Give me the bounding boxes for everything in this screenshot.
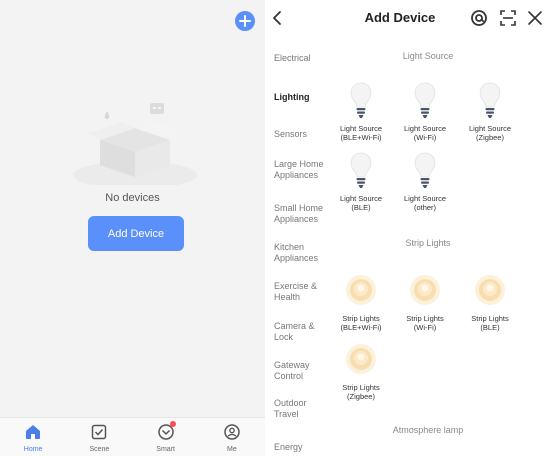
strip-light-icon (346, 275, 376, 305)
empty-box-illustration (73, 103, 197, 185)
add-device-screen: Add Device Electrical Lighting Sensors L… (265, 0, 547, 456)
light-bulb-icon (350, 152, 372, 188)
light-bulb-icon (414, 152, 436, 188)
device-light-source-wifi[interactable]: Light Source (Wi-Fi) (393, 80, 457, 142)
tab-label: Me (227, 446, 237, 453)
device-strip-lights-ble-wifi[interactable]: Strip Lights (BLE+Wi-Fi) (329, 270, 393, 332)
smart-icon-wrap (157, 421, 176, 441)
home-screen: No devices Add Device Home Scene Smart M… (0, 0, 265, 456)
strip-light-icon (410, 275, 440, 305)
category-large-home-appliances[interactable]: Large Home Appliances (274, 159, 326, 181)
page-title: Add Device (364, 10, 436, 25)
device-light-source-zigbee[interactable]: Light Source (Zigbee) (458, 80, 522, 142)
device-list: Light Source Light Source (BLE+Wi-Fi) Lig… (335, 36, 547, 456)
section-title-strip-lights: Strip Lights (405, 238, 451, 248)
light-bulb-icon (479, 82, 501, 118)
scene-icon (92, 424, 107, 440)
header-bar: Add Device (265, 0, 547, 36)
device-label: Strip Lights (BLE+Wi-Fi) (340, 314, 382, 332)
close-icon[interactable] (526, 9, 544, 27)
device-label: Light Source (Zigbee) (468, 124, 512, 142)
device-label: Light Source (Wi-Fi) (403, 124, 447, 142)
device-label: Light Source (BLE+Wi-Fi) (339, 124, 383, 142)
device-light-source-other[interactable]: Light Source (other) (393, 150, 457, 212)
tab-label: Scene (89, 446, 110, 453)
category-camera-lock[interactable]: Camera & Lock (274, 321, 318, 343)
device-label: Strip Lights (Wi-Fi) (406, 314, 444, 332)
section-title-light-source: Light Source (402, 51, 454, 61)
tab-label: Home (23, 446, 43, 453)
tab-label: Smart (156, 446, 175, 453)
add-device-fab[interactable] (235, 11, 255, 31)
tab-smart[interactable]: Smart (133, 418, 199, 456)
notification-badge (169, 421, 176, 427)
category-outdoor-travel[interactable]: Outdoor Travel (274, 398, 320, 420)
device-label: Strip Lights (Zigbee) (342, 383, 380, 401)
plus-icon (239, 15, 251, 27)
tab-home[interactable]: Home (0, 418, 66, 456)
strip-light-icon (475, 275, 505, 305)
device-label: Light Source (BLE) (339, 194, 383, 212)
back-arrow-icon[interactable] (271, 9, 285, 27)
category-electrical[interactable]: Electrical (274, 53, 338, 64)
category-kitchen-appliances[interactable]: Kitchen Appliances (274, 242, 326, 264)
device-strip-lights-ble[interactable]: Strip Lights (BLE) (458, 270, 522, 332)
category-sidebar: Electrical Lighting Sensors Large Home A… (265, 36, 335, 456)
strip-light-icon (346, 344, 376, 374)
me-icon (224, 424, 240, 440)
at-sign-icon[interactable] (470, 9, 488, 27)
empty-state-text: No devices (105, 192, 160, 204)
light-bulb-icon (350, 82, 372, 118)
category-exercise-health[interactable]: Exercise & Health (274, 281, 330, 303)
light-bulb-icon (414, 82, 436, 118)
device-strip-lights-wifi[interactable]: Strip Lights (Wi-Fi) (393, 270, 457, 332)
tab-scene[interactable]: Scene (66, 418, 132, 456)
section-title-atmosphere-lamp: Atmosphere lamp (392, 425, 464, 435)
device-light-source-ble-wifi[interactable]: Light Source (BLE+Wi-Fi) (329, 80, 393, 142)
device-light-source-ble[interactable]: Light Source (BLE) (329, 150, 393, 212)
category-gateway-control[interactable]: Gateway Control (274, 360, 320, 382)
device-strip-lights-zigbee[interactable]: Strip Lights (Zigbee) (329, 339, 393, 401)
tab-me[interactable]: Me (199, 418, 265, 456)
scan-icon[interactable] (499, 9, 517, 27)
add-device-button[interactable]: Add Device (88, 216, 184, 251)
home-icon (26, 425, 41, 439)
bottom-tab-bar: Home Scene Smart Me (0, 417, 265, 456)
device-label: Strip Lights (BLE) (471, 314, 509, 332)
category-energy[interactable]: Energy (274, 442, 338, 453)
device-label: Light Source (other) (403, 194, 447, 212)
